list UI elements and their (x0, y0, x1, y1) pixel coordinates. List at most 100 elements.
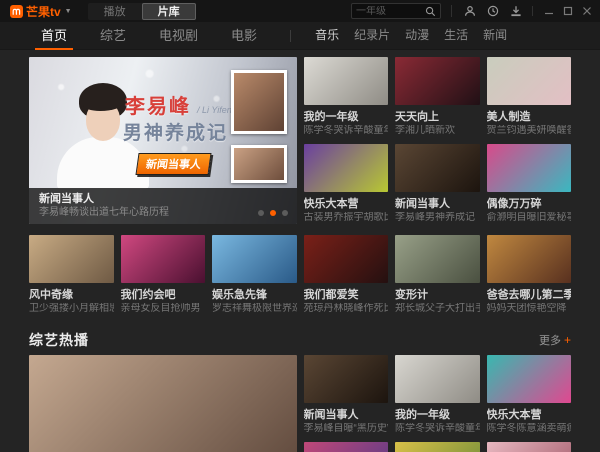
hot-featured-thumbnail[interactable] (29, 355, 297, 452)
banner-photo-1 (231, 70, 287, 134)
close-icon[interactable] (582, 6, 592, 16)
app-logo[interactable]: 芒果tv ▼ (10, 3, 72, 20)
history-icon[interactable] (487, 5, 499, 17)
nav-item-secondary[interactable]: 动漫 (405, 22, 429, 50)
video-card[interactable]: 偶像万万碎 俞灏明自曝旧爱秘事 (487, 144, 572, 224)
second-row-section: 风中奇缘 卫少强搂小月解相思 我们约会吧 亲母女反目抢帅男 娱乐急先锋 罗志祥舞… (29, 235, 571, 315)
titlebar-icons (451, 5, 522, 17)
video-card[interactable]: 美人制造 贺兰钧遇美妍唤醒香吻 (487, 57, 572, 137)
video-subtitle: 陈学冬陈意涵卖萌疯玩 (487, 423, 572, 435)
nav-item-secondary[interactable]: 生活 (444, 22, 468, 50)
search-box[interactable] (351, 3, 441, 19)
hot-section-grid: 新闻当事人 李易峰自曝“黑历史” 我的一年级 陈学冬哭诉辛酸童年 快乐大本营 陈… (29, 355, 571, 452)
video-subtitle: 李湘儿晒新欢 (395, 125, 480, 137)
video-thumbnail (487, 57, 572, 105)
video-card[interactable]: 风中奇缘 卫少强搂小月解相思 (29, 235, 114, 315)
video-subtitle: 卫少强搂小月解相思 (29, 303, 114, 315)
video-subtitle: 苑琼丹林晓峰作死比拼 (304, 303, 389, 315)
tab-label: 片库 (158, 6, 180, 18)
video-subtitle: 妈妈天团惊艳空降 (487, 303, 572, 315)
video-thumbnail (212, 235, 297, 283)
maximize-icon[interactable] (563, 6, 573, 16)
video-card[interactable]: 我们都爱笑 苑琼丹林晓峰作死比拼 (304, 235, 389, 315)
video-card[interactable] (304, 442, 389, 452)
nav-item[interactable]: 综艺 (100, 22, 126, 50)
video-title: 我们约会吧 (121, 288, 206, 302)
video-card[interactable]: 快乐大本营 古装男乔振宇胡歌比拼 (304, 144, 389, 224)
video-thumbnail (304, 235, 389, 283)
video-title: 快乐大本营 (487, 408, 572, 422)
video-subtitle: 罗志祥舞极限世界巡演 (212, 303, 297, 315)
nav-item-secondary[interactable]: 新闻 (483, 22, 507, 50)
nav-item[interactable]: 电影 (231, 22, 257, 50)
nav-divider (290, 30, 291, 42)
video-subtitle: 郑长城父子大打出手 (395, 303, 480, 315)
nav-item-secondary[interactable]: 音乐 (315, 22, 339, 50)
video-thumbnail (304, 355, 389, 403)
logo-text: 芒果tv (26, 3, 61, 20)
video-thumbnail (487, 235, 572, 283)
video-card[interactable] (487, 442, 572, 452)
video-subtitle: 俞灏明自曝旧爱秘事 (487, 212, 572, 224)
nav-item-label: 首页 (41, 28, 67, 43)
nav-item[interactable]: 首页 (41, 22, 67, 50)
hero-section: 李易峰 / Li Yifeng 男神养成记 新闻当事人 新闻当事人 李易峰畅谈出… (29, 57, 571, 224)
nav-item[interactable]: 电视剧 (159, 22, 198, 50)
video-card[interactable]: 我的一年级 陈学冬哭诉辛酸童年 (395, 355, 480, 435)
titlebar: 芒果tv ▼ 播放 片库 (0, 0, 600, 22)
nav-item-label: 电视剧 (159, 28, 198, 43)
video-card[interactable]: 娱乐急先锋 罗志祥舞极限世界巡演 (212, 235, 297, 315)
video-title: 美人制造 (487, 110, 572, 124)
banner-photo-2 (231, 145, 287, 183)
video-card[interactable]: 爸爸去哪儿第二季 妈妈天团惊艳空降 (487, 235, 572, 315)
titlebar-tab[interactable]: 播放 (88, 3, 142, 20)
video-subtitle: 陈学冬哭诉辛酸童年 (304, 125, 389, 137)
video-subtitle: 李易峰男神养成记 (395, 212, 480, 224)
video-title: 我的一年级 (304, 110, 389, 124)
video-title: 快乐大本营 (304, 197, 389, 211)
video-title: 爸爸去哪儿第二季 (487, 288, 572, 302)
video-thumbnail (29, 235, 114, 283)
carousel-dots (258, 210, 288, 216)
video-card[interactable] (395, 442, 480, 452)
video-title: 新闻当事人 (395, 197, 480, 211)
main-tabs: 播放 片库 (88, 3, 196, 20)
video-thumbnail (395, 355, 480, 403)
search-icon[interactable] (425, 6, 436, 17)
nav-item-secondary[interactable]: 纪录片 (354, 22, 390, 50)
minimize-icon[interactable] (544, 6, 554, 16)
video-thumbnail (487, 442, 572, 452)
nav-item-label: 纪录片 (354, 28, 390, 42)
banner-title: 新闻当事人 (39, 192, 287, 206)
video-card[interactable]: 快乐大本营 陈学冬陈意涵卖萌疯玩 (487, 355, 572, 435)
carousel-dot[interactable] (282, 210, 288, 216)
search-input[interactable] (356, 6, 425, 17)
banner-headline-row: 李易峰 / Li Yifeng (125, 90, 237, 119)
more-link[interactable]: 更多 + (539, 332, 571, 348)
user-icon[interactable] (464, 5, 476, 17)
banner-headline: 李易峰 (125, 90, 191, 119)
hot-section-header: 综艺热播 更多 + (29, 330, 571, 350)
video-subtitle: 贺兰钧遇美妍唤醒香吻 (487, 125, 572, 137)
video-card[interactable]: 天天向上 李湘儿晒新欢 (395, 57, 480, 137)
video-subtitle: 李易峰自曝“黑历史” (304, 423, 389, 435)
video-card[interactable]: 变形计 郑长城父子大打出手 (395, 235, 480, 315)
titlebar-tab[interactable]: 片库 (142, 3, 196, 20)
video-card[interactable]: 我的一年级 陈学冬哭诉辛酸童年 (304, 57, 389, 137)
carousel-dot[interactable] (270, 210, 276, 216)
banner-subtitle: 李易峰畅谈出道七年心路历程 (39, 207, 287, 219)
video-title: 风中奇缘 (29, 288, 114, 302)
video-title: 我们都爱笑 (304, 288, 389, 302)
app-window: 芒果tv ▼ 播放 片库 (0, 0, 600, 452)
video-thumbnail (395, 57, 480, 105)
video-title: 娱乐急先锋 (212, 288, 297, 302)
tab-label: 播放 (104, 6, 126, 18)
banner-show-badge: 新闻当事人 (135, 153, 211, 175)
download-icon[interactable] (510, 5, 522, 17)
hero-banner-carousel[interactable]: 李易峰 / Li Yifeng 男神养成记 新闻当事人 新闻当事人 李易峰畅谈出… (29, 57, 297, 224)
video-card[interactable]: 新闻当事人 李易峰自曝“黑历史” (304, 355, 389, 435)
plus-icon: + (564, 333, 571, 347)
video-card[interactable]: 我们约会吧 亲母女反目抢帅男 (121, 235, 206, 315)
carousel-dot[interactable] (258, 210, 264, 216)
video-card[interactable]: 新闻当事人 李易峰男神养成记 (395, 144, 480, 224)
